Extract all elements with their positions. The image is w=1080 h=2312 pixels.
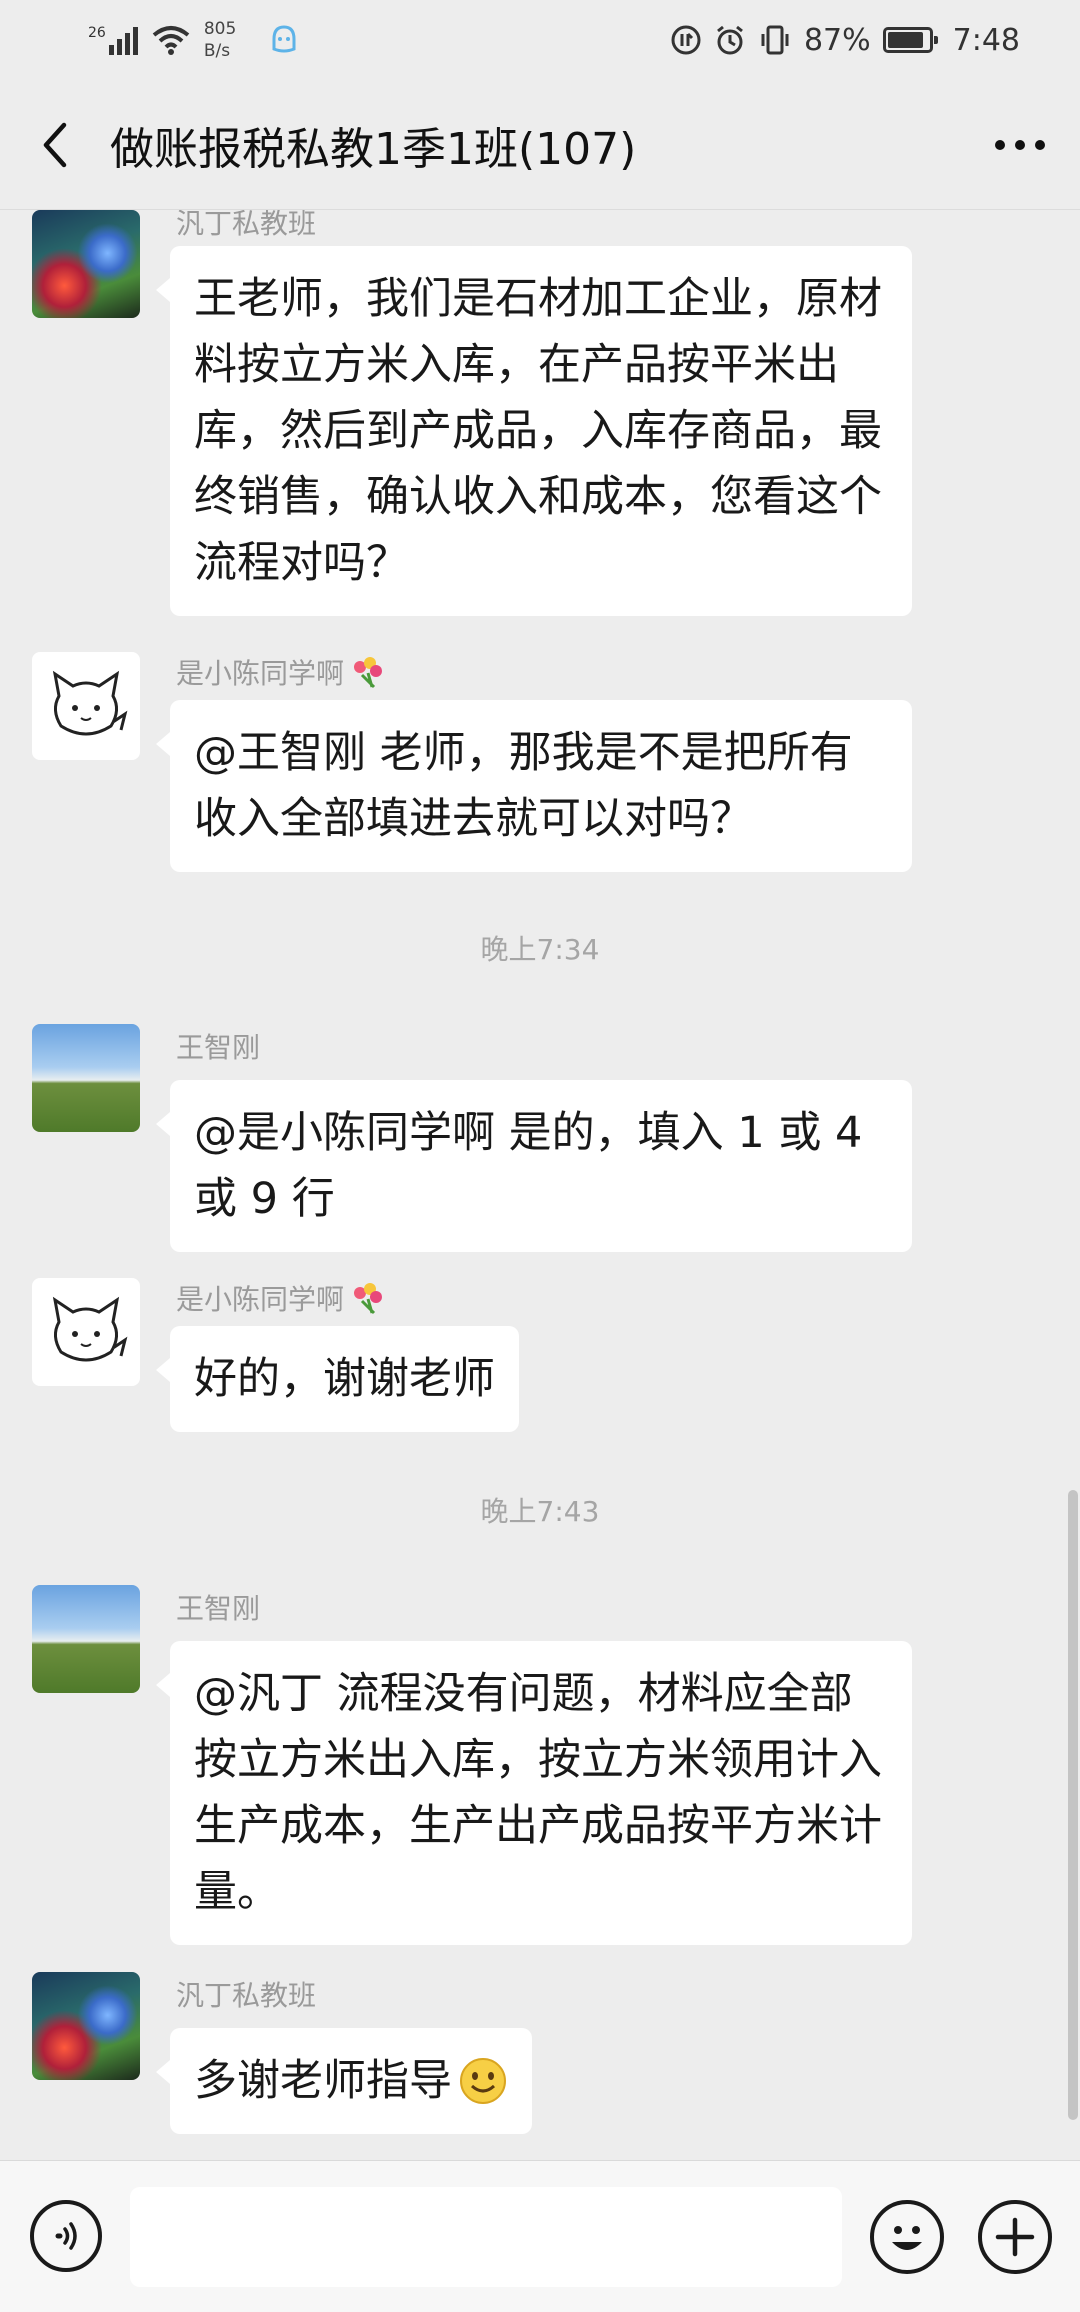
sender-name: 是小陈同学啊 [176,652,386,692]
flower-bouquet-icon [354,657,383,689]
voice-button[interactable] [30,2200,102,2272]
message-bubble[interactable]: 多谢老师指导 [156,2028,532,2134]
battery-percent: 87% [803,22,871,58]
plus-icon [995,2217,1035,2257]
more-dots-icon [995,139,1045,150]
cat-avatar-icon [52,1296,128,1362]
emoji-button[interactable] [870,2200,944,2274]
sender-name: 王智刚 [176,1592,261,1625]
sender-name: 是小陈同学啊 [176,1278,386,1318]
timestamp: 晚上7:34 [480,933,600,966]
plus-button[interactable] [978,2200,1052,2274]
avatar[interactable] [32,1972,140,2080]
chat-header: 做账报税私教1季1班(107) [0,80,1080,210]
chat-message-list[interactable]: 汎丁私教班 王老师，我们是石材加工企业，原材料按立方米入库，在产品按平米出库，然… [0,210,1080,2160]
signal-label: 26 [88,25,106,41]
message-bubble[interactable]: @王智刚 老师，那我是不是把所有收入全部填进去就可以对吗？ [156,700,912,872]
wifi-icon [152,26,190,55]
alarm-icon [717,25,743,55]
sender-name: 汎丁私教班 [176,210,317,240]
sender-name: 王智刚 [176,1031,261,1064]
avatar[interactable] [32,1585,140,1693]
avatar[interactable] [32,652,140,760]
message-text: 多谢老师指导 [194,2056,452,2106]
voice-icon [55,2222,77,2250]
scrollbar[interactable] [1068,1490,1078,2120]
chat-title: 做账报税私教1季1班(107) [110,123,637,175]
vibrate-icon [761,25,789,55]
avatar[interactable] [32,1278,140,1386]
flower-bouquet-icon [354,1283,383,1315]
bot-notification-icon [272,25,296,53]
back-button[interactable] [0,80,110,210]
input-bar [0,2160,1080,2312]
signal-icon: 26 [88,25,138,55]
sender-name-text: 是小陈同学啊 [176,657,345,690]
message-bubble[interactable]: @汎丁 流程没有问题，材料应全部按立方米出入库，按立方米领用计入生产成本，生产出… [156,1641,912,1945]
message-bubble[interactable]: 王老师，我们是石材加工企业，原材料按立方米入库，在产品按平米出库，然后到产成品，… [156,246,912,616]
chevron-left-icon [43,122,67,167]
clock: 7:48 [952,22,1020,58]
emoji-icon [892,2226,922,2250]
data-saver-icon [671,25,701,55]
status-bar: 26 805 B/s 87% 7:48 [0,0,1080,80]
sender-name-text: 是小陈同学啊 [176,1283,345,1316]
message-input[interactable] [130,2187,842,2287]
battery-icon [882,27,938,53]
smile-emoji-icon [460,2058,506,2104]
avatar[interactable] [32,210,140,318]
avatar[interactable] [32,1024,140,1132]
battery-fill [887,32,923,48]
message-bubble[interactable]: @是小陈同学啊 是的，填入 1 或 4 或 9 行 [156,1080,912,1252]
message-bubble[interactable]: 好的，谢谢老师 [156,1326,519,1432]
net-speed: 805 B/s [204,18,254,62]
more-button[interactable] [960,80,1080,210]
net-speed-unit: B/s [203,41,231,61]
timestamp: 晚上7:43 [480,1495,600,1528]
sender-name: 汎丁私教班 [176,1979,317,2012]
cat-avatar-icon [52,670,128,736]
net-speed-value: 805 [203,19,237,39]
